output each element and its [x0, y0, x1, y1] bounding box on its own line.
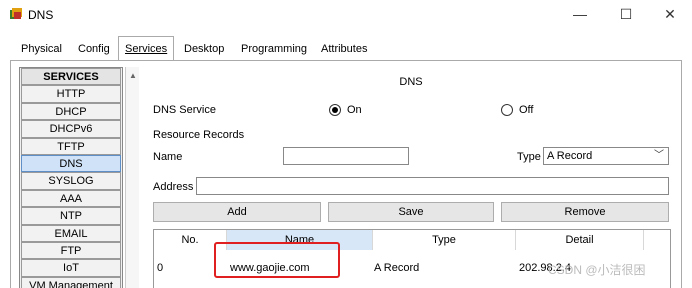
tab-physical[interactable]: Physical [19, 38, 64, 60]
services-content: SERVICES HTTP DHCP DHCPv6 TFTP DNS SYSLO… [10, 61, 682, 288]
resource-records-label: Resource Records [153, 129, 245, 141]
service-aaa[interactable]: AAA [21, 189, 121, 208]
annotation-highlight-box [214, 242, 340, 278]
service-tftp[interactable]: TFTP [21, 137, 121, 155]
service-ftp[interactable]: FTP [21, 241, 121, 260]
window-title: DNS [28, 8, 54, 22]
tab-attributes[interactable]: Attributes [319, 38, 369, 60]
dns-on-label: On [347, 104, 362, 116]
type-select[interactable]: A Record ﹀ [543, 147, 669, 165]
service-dhcpv6[interactable]: DHCPv6 [21, 120, 121, 138]
tab-services[interactable]: Services [118, 36, 175, 60]
service-email[interactable]: EMAIL [21, 224, 121, 242]
cell-type: A Record [374, 262, 420, 274]
tab-config[interactable]: Config [76, 38, 112, 60]
scroll-up-icon[interactable]: ▲ [129, 71, 137, 80]
service-ntp[interactable]: NTP [21, 207, 121, 225]
service-dhcp[interactable]: DHCP [21, 102, 121, 121]
dns-off-radio[interactable] [501, 104, 513, 116]
add-button[interactable]: Add [153, 202, 321, 222]
panel-title: DNS [399, 76, 423, 88]
close-button[interactable]: ✕ [655, 4, 685, 24]
services-list: SERVICES HTTP DHCP DHCPv6 TFTP DNS SYSLO… [19, 67, 123, 288]
service-vm-management[interactable]: VM Management [21, 276, 121, 288]
service-dns[interactable]: DNS [21, 154, 121, 173]
service-http[interactable]: HTTP [21, 85, 121, 103]
name-input[interactable] [283, 147, 409, 165]
dns-on-radio[interactable] [329, 104, 341, 116]
remove-button[interactable]: Remove [501, 202, 669, 222]
address-input[interactable] [196, 177, 669, 195]
column-header-detail[interactable]: Detail [516, 230, 644, 250]
title-bar: DNS — ☐ ✕ [0, 0, 692, 30]
service-syslog[interactable]: SYSLOG [21, 172, 121, 190]
name-label: Name [153, 151, 183, 163]
services-scrollbar[interactable]: ▲ [125, 67, 139, 288]
packet-tracer-icon [10, 8, 22, 19]
type-label: Type [517, 151, 541, 163]
tab-bar: Physical Config Services Desktop Program… [10, 36, 682, 60]
minimize-button[interactable]: — [565, 4, 595, 24]
services-header: SERVICES [21, 68, 121, 86]
service-iot[interactable]: IoT [21, 259, 121, 277]
tab-desktop[interactable]: Desktop [182, 38, 226, 60]
dns-service-label: DNS Service [153, 104, 216, 116]
tab-programming[interactable]: Programming [239, 38, 309, 60]
save-button[interactable]: Save [328, 202, 494, 222]
chevron-down-icon: ﹀ [654, 150, 664, 161]
type-select-value: A Record [547, 150, 593, 162]
maximize-button[interactable]: ☐ [611, 4, 641, 24]
cell-no: 0 [157, 262, 164, 274]
watermark: CSDN @小洁很困 [548, 263, 646, 277]
dns-off-label: Off [519, 104, 534, 116]
column-header-type[interactable]: Type [373, 230, 516, 250]
address-label: Address [153, 181, 194, 193]
